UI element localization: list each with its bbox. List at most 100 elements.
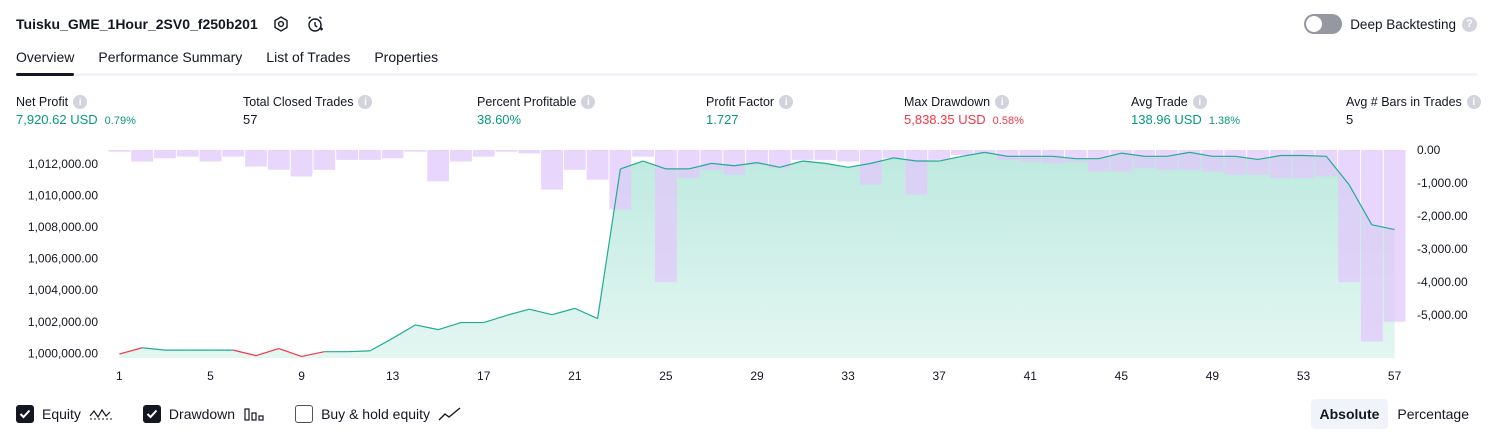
equity-line-segment <box>347 350 370 353</box>
drawdown-bar <box>655 150 677 283</box>
buy-hold-checkbox[interactable] <box>295 405 314 423</box>
tab-overview[interactable]: Overview <box>16 44 75 76</box>
metric-avg-trade: Avg Trade i 138.96 USD 1.38% <box>1131 93 1240 130</box>
metric-percent: 0.79% <box>104 115 136 127</box>
info-icon[interactable]: i <box>581 95 596 109</box>
right-tick-label: -4,000.00 <box>1417 275 1468 289</box>
legend-equity[interactable]: Equity <box>16 405 113 423</box>
tab-properties[interactable]: Properties <box>374 44 438 73</box>
left-tick-label: 1,006,000.00 <box>28 252 98 266</box>
drawdown-bar <box>1269 150 1292 179</box>
metric-value: 5,838.35 USD <box>904 112 986 127</box>
drawdown-bar <box>882 150 905 159</box>
metric-max-drawdown: Max Drawdown i 5,838.35 USD 0.58% <box>904 93 1024 130</box>
metric-label: Total Closed Trades <box>243 95 354 109</box>
metric-total-closed-trades: Total Closed Trades i 57 <box>243 93 373 130</box>
drawdown-bar <box>1064 150 1087 162</box>
drawdown-bar <box>1360 150 1383 342</box>
metric-label: Net Profit <box>16 95 69 109</box>
help-icon[interactable]: ? <box>1462 16 1477 32</box>
report-tabs: Overview Performance Summary List of Tra… <box>16 44 1477 76</box>
x-tick-label: 33 <box>841 369 855 383</box>
left-tick-label: 1,012,000.00 <box>28 157 98 171</box>
metric-avg-bars-in-trades: Avg # Bars in Trades i 5 <box>1346 93 1481 130</box>
equity-line-icon <box>89 408 112 420</box>
drawdown-bar <box>723 150 746 175</box>
percentage-button[interactable]: Percentage <box>1388 399 1478 429</box>
x-tick-label: 21 <box>568 369 582 383</box>
info-icon[interactable]: i <box>358 95 373 109</box>
metric-net-profit: Net Profit i 7,920.62 USD 0.79% <box>16 93 136 130</box>
settings-icon[interactable] <box>270 13 292 35</box>
drawdown-bar <box>404 150 427 152</box>
legend-buy-hold-label: Buy & hold equity <box>321 406 431 422</box>
drawdown-bar <box>427 150 450 182</box>
info-icon[interactable]: i <box>1192 95 1207 109</box>
drawdown-bar <box>700 150 723 170</box>
drawdown-checkbox[interactable] <box>142 405 161 423</box>
right-drawdown-axis: 0.00 -1,000.00 -2,000.00 -3,000.00 -4,000.00… <box>1417 143 1468 322</box>
x-tick-label: 53 <box>1297 369 1311 383</box>
strategy-header: Tuisku_GME_1Hour_2SV0_f250b201 <box>16 12 326 36</box>
x-tick-label: 9 <box>298 369 305 383</box>
x-tick-label: 49 <box>1206 369 1220 383</box>
metric-value: 57 <box>243 112 258 127</box>
right-tick-label: -2,000.00 <box>1417 209 1468 223</box>
equity-drawdown-chart[interactable]: 1,000,000.00 1,002,000.00 1,004,000.00 1,00… <box>0 140 1494 400</box>
left-tick-label: 1,002,000.00 <box>28 315 98 329</box>
left-price-axis: 1,000,000.00 1,002,000.00 1,004,000.00 1,00… <box>28 157 98 360</box>
drawdown-bar <box>859 150 882 185</box>
buy-hold-line-icon <box>438 407 461 421</box>
drawdown-bar <box>951 150 973 155</box>
legend-buy-hold[interactable]: Buy & hold equity <box>295 405 462 423</box>
drawdown-bar <box>290 150 313 177</box>
info-icon[interactable]: i <box>1466 95 1481 109</box>
x-tick-label: 37 <box>932 369 946 383</box>
deep-backtesting-toggle[interactable] <box>1304 14 1343 34</box>
drawdown-bar <box>1338 150 1360 283</box>
drawdown-bar <box>791 150 814 160</box>
info-icon[interactable]: i <box>73 95 88 109</box>
drawdown-bar <box>586 150 609 180</box>
drawdown-bar <box>313 150 336 170</box>
drawdown-bar <box>1315 150 1338 177</box>
absolute-button[interactable]: Absolute <box>1310 399 1389 429</box>
x-tick-label: 5 <box>207 369 214 383</box>
metric-label: Avg # Bars in Trades <box>1346 95 1462 109</box>
metric-label: Percent Profitable <box>477 95 577 109</box>
chart-legend: Equity Drawdown Buy & hold equity <box>16 402 492 426</box>
tab-performance-summary[interactable]: Performance Summary <box>98 44 242 73</box>
drawdown-bar <box>928 150 951 160</box>
x-tick-label: 41 <box>1024 369 1038 383</box>
equity-checkbox[interactable] <box>16 405 34 423</box>
drawdown-bar <box>837 150 859 162</box>
info-icon[interactable]: i <box>779 95 794 109</box>
value-mode-switch: Absolute Percentage <box>1310 399 1479 429</box>
metric-percent: 1.38% <box>1208 115 1241 127</box>
drawdown-bar <box>245 150 267 167</box>
x-tick-label: 57 <box>1388 369 1402 383</box>
drawdown-bar <box>1383 150 1406 322</box>
drawdown-bar <box>609 150 632 210</box>
x-tick-label: 25 <box>659 369 673 383</box>
right-tick-label: -3,000.00 <box>1417 242 1468 256</box>
add-alert-icon[interactable] <box>304 13 326 35</box>
metric-value: 138.96 USD <box>1131 112 1202 127</box>
deep-backtesting: Deep Backtesting ? <box>1304 13 1477 35</box>
plot-area <box>108 150 1406 358</box>
drawdown-bar <box>472 150 495 157</box>
tab-list-of-trades[interactable]: List of Trades <box>266 44 350 73</box>
legend-drawdown[interactable]: Drawdown <box>142 405 265 423</box>
metric-percent: 0.58% <box>992 115 1024 127</box>
drawdown-bar <box>1156 150 1178 170</box>
left-tick-label: 1,004,000.00 <box>28 283 98 297</box>
equity-line-segment <box>1303 154 1327 157</box>
equity-area <box>119 152 1395 358</box>
metric-label: Profit Factor <box>706 95 775 109</box>
drawdown-bar <box>518 150 541 154</box>
drawdown-bar <box>495 150 518 152</box>
info-icon[interactable]: i <box>995 95 1010 109</box>
drawdown-bar <box>814 150 837 160</box>
drawdown-bar <box>632 150 655 157</box>
metric-value: 7,920.62 USD <box>16 112 98 127</box>
